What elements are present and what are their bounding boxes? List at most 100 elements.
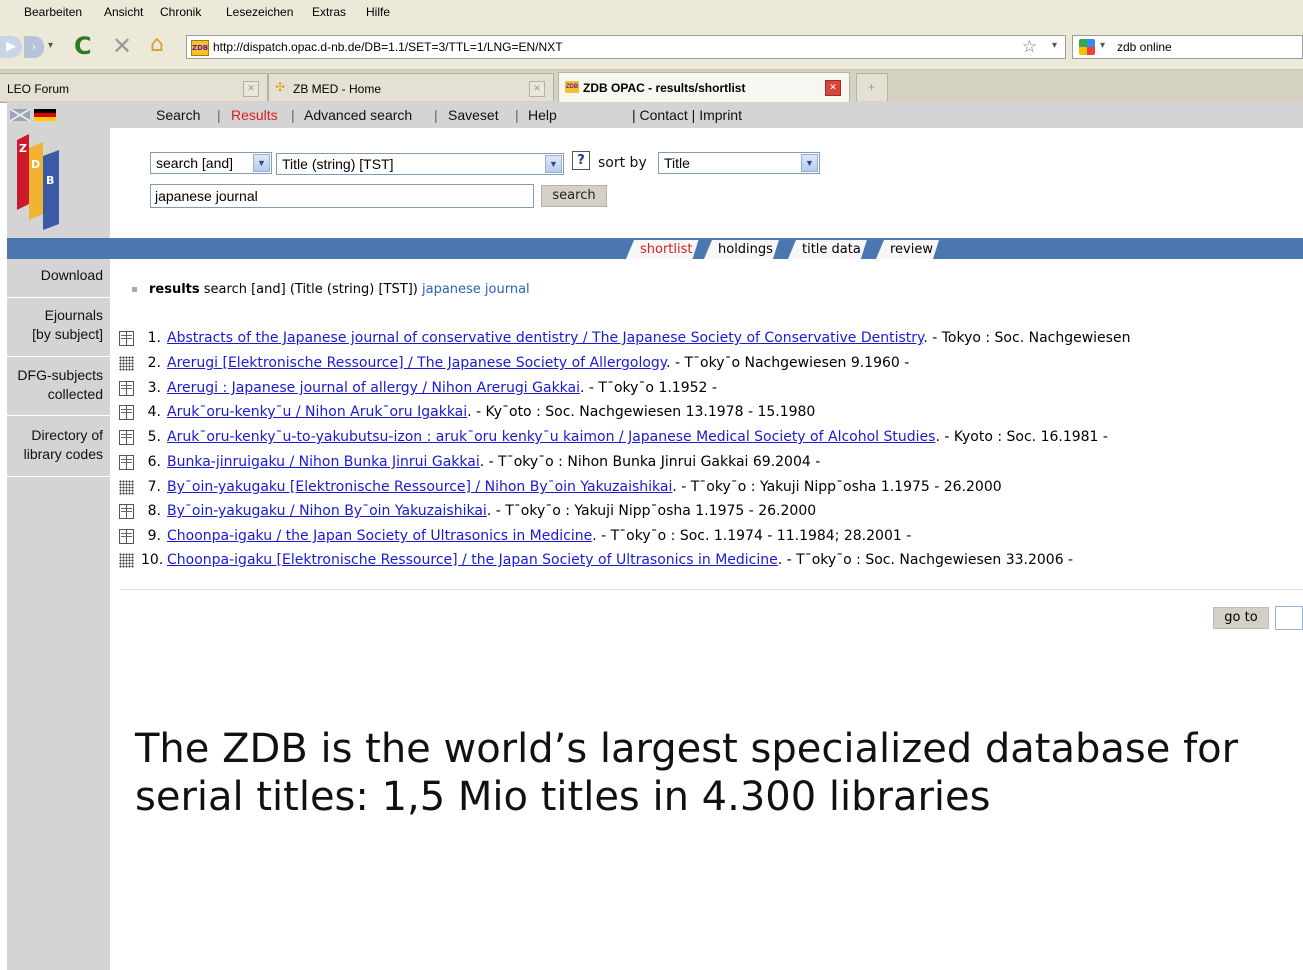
result-title-link[interactable]: By¯oin-yakugaku / Nihon By¯oin Yakuzaish… xyxy=(167,503,487,519)
result-number: 5. xyxy=(147,429,161,445)
nav-advanced-search[interactable]: Advanced search xyxy=(304,107,412,123)
nav-saveset[interactable]: Saveset xyxy=(448,107,499,123)
menu-bearbeiten[interactable]: Bearbeiten xyxy=(24,5,82,19)
nav-results[interactable]: Results xyxy=(231,107,278,123)
menu-lesezeichen[interactable]: Lesezeichen xyxy=(226,5,293,19)
tab-label: LEO Forum xyxy=(7,82,70,96)
left-sidebar xyxy=(7,102,110,970)
tab-zb-med[interactable]: ✣ ZB MED - Home ✕ xyxy=(268,73,554,101)
tab-leo-forum[interactable]: LEO Forum ✕ xyxy=(0,73,268,101)
chevron-down-icon[interactable]: ▼ xyxy=(253,154,270,172)
forward-icon[interactable]: › xyxy=(24,36,44,58)
result-info: . - T¯oky¯o : Soc. Nachgewiesen 33.2006 … xyxy=(777,552,1074,568)
svg-text:Z: Z xyxy=(19,142,27,155)
result-number: 9. xyxy=(147,528,161,544)
address-bar[interactable]: ZDB http://dispatch.opac.d-nb.de/DB=1.1/… xyxy=(186,35,1066,59)
result-number: 10. xyxy=(141,552,164,568)
result-number: 3. xyxy=(147,380,161,396)
result-title-link[interactable]: Arerugi : Japanese journal of allergy / … xyxy=(167,380,580,396)
browser-search-text[interactable]: zdb online xyxy=(1117,40,1172,54)
new-tab-button[interactable]: + xyxy=(856,73,888,101)
browser-search-box[interactable]: ▾ zdb online xyxy=(1072,35,1303,59)
sidebar-ejournals[interactable]: Ejournals [by subject] xyxy=(7,306,110,344)
chevron-down-icon[interactable]: ▼ xyxy=(545,155,562,173)
search-engine-dropdown-icon[interactable]: ▾ xyxy=(1100,40,1105,51)
result-info: . - T¯oky¯o Nachgewiesen 9.1960 - xyxy=(666,355,910,371)
electronic-resource-icon xyxy=(119,480,134,495)
url-dropdown-icon[interactable]: ▾ xyxy=(1052,40,1057,51)
close-tab-icon[interactable]: ✕ xyxy=(529,81,545,97)
print-journal-icon xyxy=(119,331,134,346)
result-title-link[interactable]: Choonpa-igaku [Elektronische Ressource] … xyxy=(167,552,778,568)
result-title-link[interactable]: Aruk¯oru-kenky¯u / Nihon Aruk¯oru Igakka… xyxy=(167,404,467,420)
tab-review[interactable]: review xyxy=(876,240,939,259)
index-select[interactable]: Title (string) [TST] ▼ xyxy=(276,153,564,175)
navigation-toolbar: ▶ › ▾ C ✕ ⌂ ZDB http://dispatch.opac.d-n… xyxy=(0,24,1303,70)
menu-hilfe[interactable]: Hilfe xyxy=(366,5,390,19)
help-button[interactable]: ? xyxy=(572,151,590,170)
sidebar-download[interactable]: Download xyxy=(7,266,110,285)
result-number: 7. xyxy=(147,479,161,495)
bullet-icon xyxy=(132,287,137,292)
nav-search[interactable]: Search xyxy=(156,107,200,123)
menu-bar: Bearbeiten Ansicht Chronik Lesezeichen E… xyxy=(0,0,1303,24)
electronic-resource-icon xyxy=(119,356,134,371)
svg-text:B: B xyxy=(46,174,54,187)
result-info: . - T¯oky¯o : Yakuji Nipp¯osha 1.1975 - … xyxy=(486,503,817,519)
result-title-link[interactable]: Bunka-jinruigaku / Nihon Bunka Jinrui Ga… xyxy=(167,454,480,470)
search-button[interactable]: search xyxy=(541,185,607,207)
result-info: . - T¯oky¯o 1.1952 - xyxy=(580,380,717,396)
language-flags-icon[interactable] xyxy=(10,108,60,122)
history-dropdown-icon[interactable]: ▾ xyxy=(48,40,53,51)
results-header: results search [and] (Title (string) [TS… xyxy=(132,282,530,297)
electronic-resource-icon xyxy=(119,553,134,568)
result-info: . - Kyoto : Soc. 16.1981 - xyxy=(935,429,1108,445)
result-number: 2. xyxy=(147,355,161,371)
result-info: . - T¯oky¯o : Soc. 1.1974 - 11.1984; 28.… xyxy=(592,528,912,544)
menu-ansicht[interactable]: Ansicht xyxy=(104,5,143,19)
sidebar-dfg-subjects[interactable]: DFG-subjects collected xyxy=(7,366,110,404)
home-icon[interactable]: ⌂ xyxy=(150,32,164,57)
tab-zdb-opac[interactable]: ZDB ZDB OPAC - results/shortlist ✕ xyxy=(558,72,850,102)
tab-label: ZDB OPAC - results/shortlist xyxy=(583,81,746,95)
tab-holdings[interactable]: holdings xyxy=(704,240,779,259)
go-to-button[interactable]: go to xyxy=(1213,607,1269,629)
result-title-link[interactable]: Choonpa-igaku / the Japan Society of Ult… xyxy=(167,528,592,544)
menu-chronik[interactable]: Chronik xyxy=(160,5,201,19)
result-number: 8. xyxy=(147,503,161,519)
print-journal-icon xyxy=(119,455,134,470)
result-number: 4. xyxy=(147,404,161,420)
result-title-link[interactable]: Abstracts of the Japanese journal of con… xyxy=(167,330,923,346)
zdb-logo: Z D B xyxy=(17,134,59,230)
result-info: . - Tokyo : Soc. Nachgewiesen xyxy=(923,330,1131,346)
slide-caption: The ZDB is the world’s largest specializ… xyxy=(135,726,1239,820)
reload-icon[interactable]: C xyxy=(74,32,92,60)
result-info: . - T¯oky¯o : Yakuji Nipp¯osha 1.1975 - … xyxy=(672,479,1002,495)
sidebar-directory-library-codes[interactable]: Directory of library codes xyxy=(7,426,110,464)
search-input[interactable]: japanese journal xyxy=(150,184,534,208)
bookmark-star-icon[interactable]: ☆ xyxy=(1022,37,1037,57)
result-number: 1. xyxy=(147,330,161,346)
tab-shortlist[interactable]: shortlist xyxy=(626,240,699,259)
result-title-link[interactable]: By¯oin-yakugaku [Elektronische Ressource… xyxy=(167,479,672,495)
close-tab-icon[interactable]: ✕ xyxy=(825,80,841,96)
address-url[interactable]: http://dispatch.opac.d-nb.de/DB=1.1/SET=… xyxy=(213,40,563,54)
tab-label: ZB MED - Home xyxy=(293,82,382,96)
sort-select[interactable]: Title ▼ xyxy=(658,152,820,174)
close-tab-icon[interactable]: ✕ xyxy=(243,81,259,97)
result-title-link[interactable]: Aruk¯oru-kenky¯u-to-yakubutsu-izon : aru… xyxy=(167,429,935,445)
zdb-favicon-icon: ZDB xyxy=(565,81,579,93)
google-icon[interactable] xyxy=(1079,39,1095,55)
nav-help[interactable]: Help xyxy=(528,107,557,123)
sort-by-label: sort by xyxy=(598,155,647,171)
back-icon[interactable]: ▶ xyxy=(0,36,22,58)
operator-select[interactable]: search [and] ▼ xyxy=(150,152,272,174)
go-to-input[interactable] xyxy=(1275,606,1303,630)
svg-text:D: D xyxy=(31,158,40,171)
tab-title-data[interactable]: title data xyxy=(788,240,867,259)
menu-extras[interactable]: Extras xyxy=(312,5,346,19)
nav-contact-imprint[interactable]: | Contact | Imprint xyxy=(632,107,742,123)
chevron-down-icon[interactable]: ▼ xyxy=(801,154,818,172)
result-title-link[interactable]: Arerugi [Elektronische Ressource] / The … xyxy=(167,355,666,371)
stop-icon[interactable]: ✕ xyxy=(112,32,132,60)
